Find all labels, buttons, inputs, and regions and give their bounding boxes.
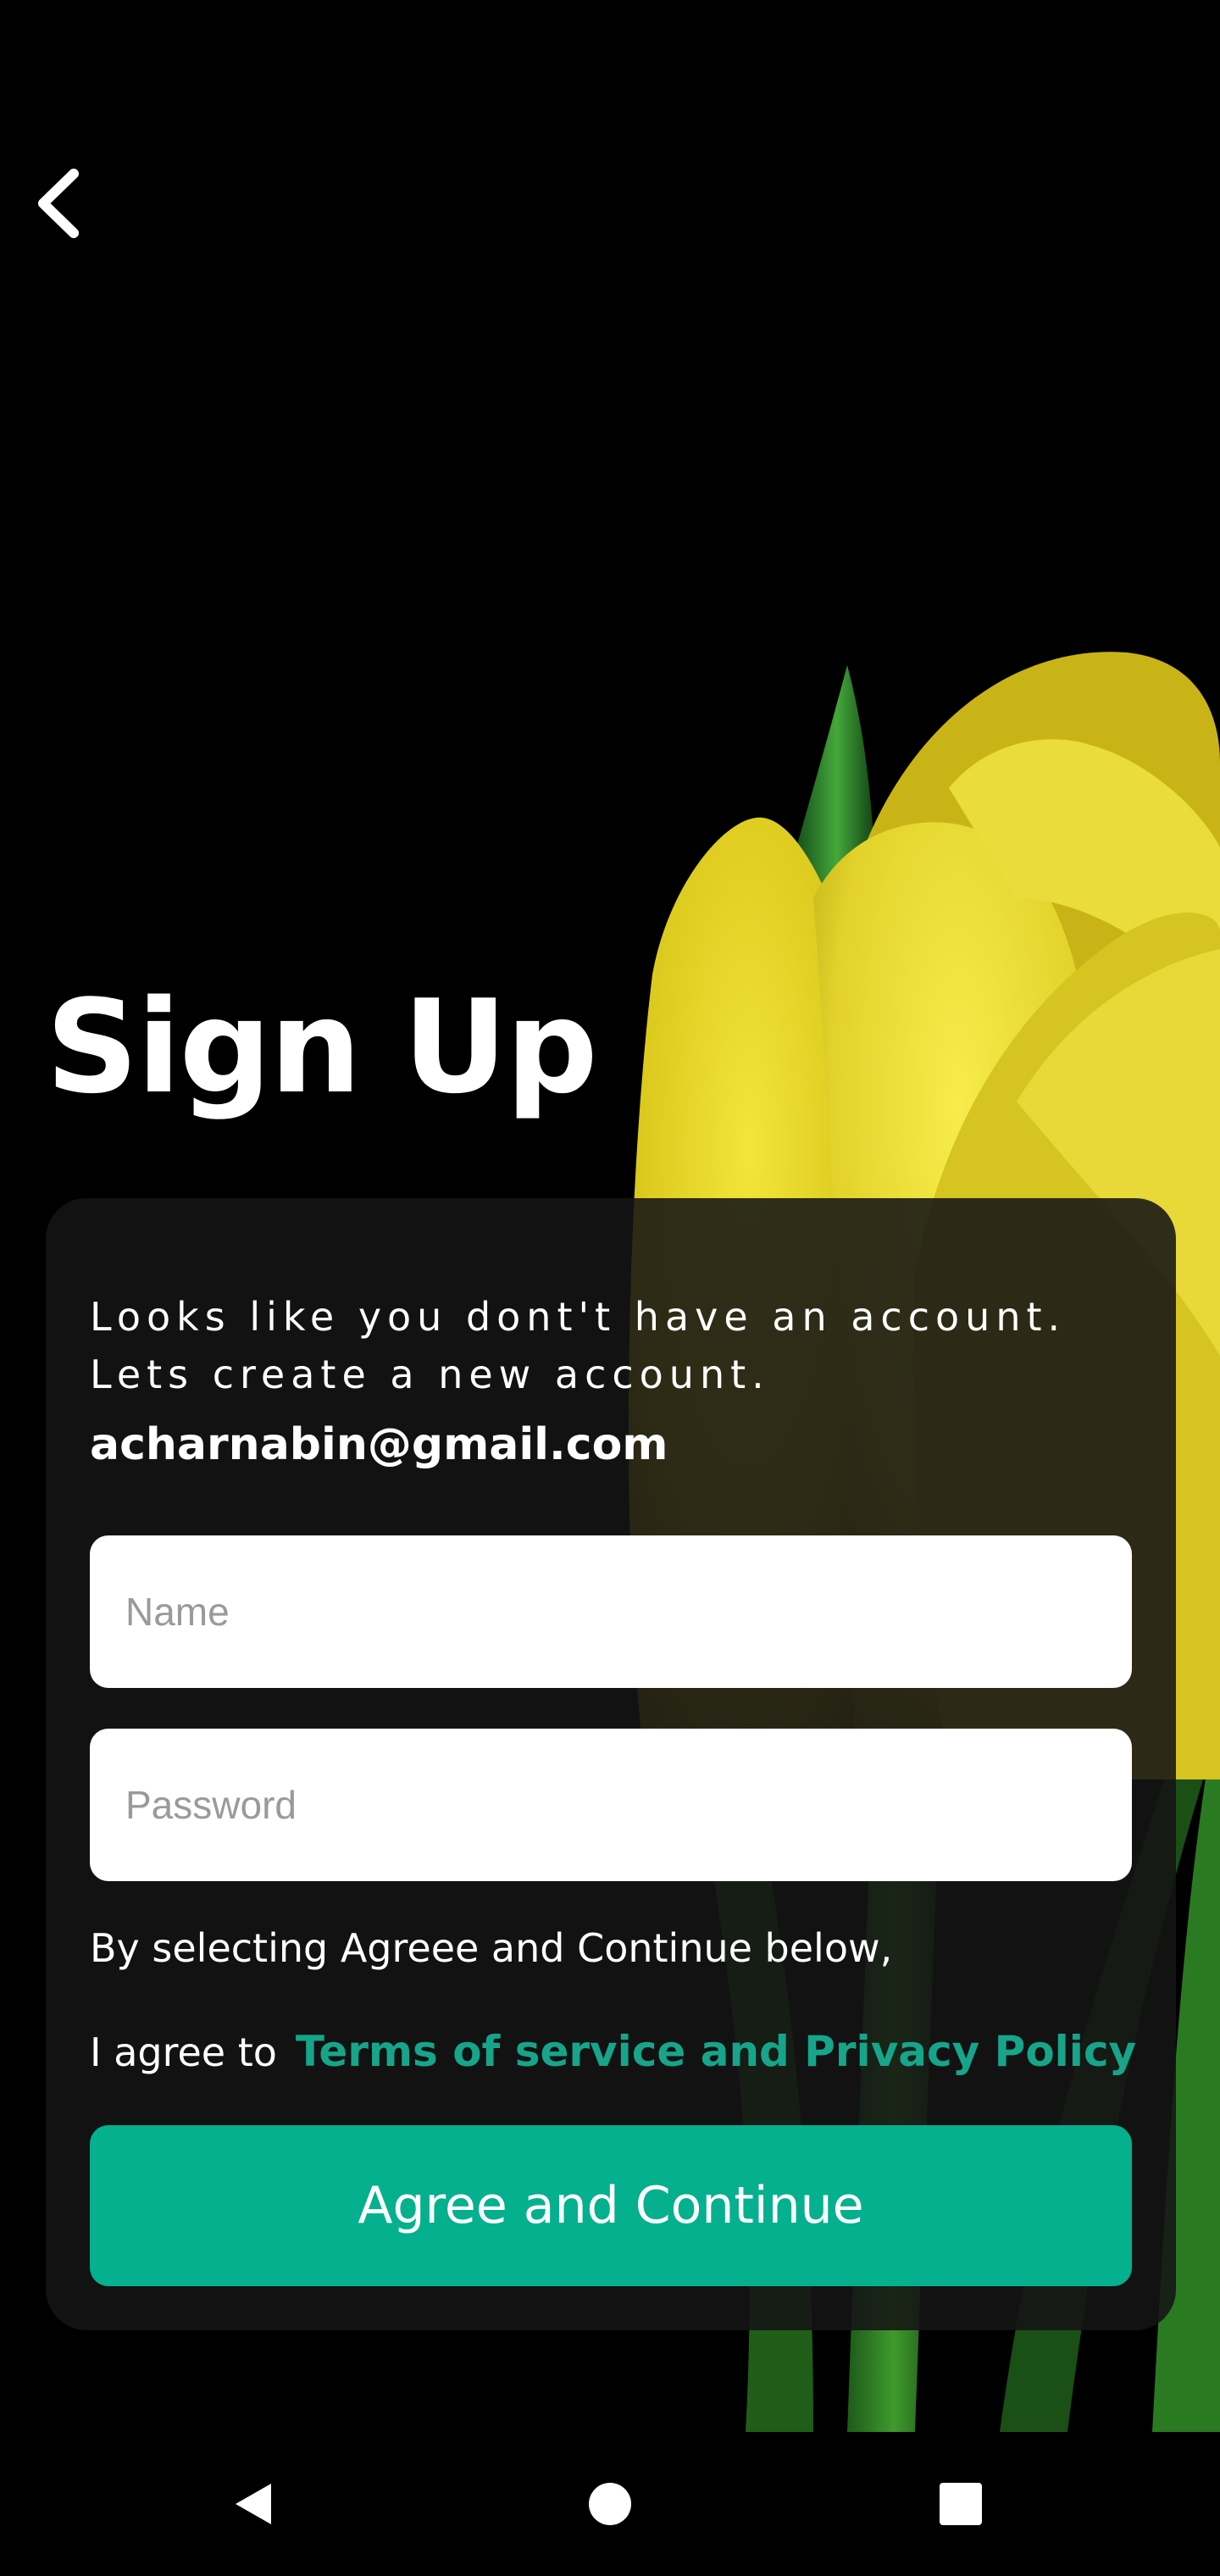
square-recents-icon — [940, 2483, 982, 2525]
signup-screen: Sign Up Looks like you dont't have an ac… — [0, 0, 1220, 2576]
consent-row: I agree to Terms of service and Privacy … — [90, 2027, 1136, 2076]
nav-home-button[interactable] — [542, 2432, 678, 2576]
name-input[interactable] — [90, 1535, 1132, 1688]
consent-text: By selecting Agreee and Continue below, — [90, 1925, 893, 1971]
page-title: Sign Up — [46, 972, 598, 1122]
terms-privacy-link[interactable]: Terms of service and Privacy Policy — [296, 2027, 1136, 2076]
system-nav-bar — [0, 2432, 1220, 2576]
nav-back-button[interactable] — [186, 2432, 322, 2576]
intro-line-2: Lets create a new account. — [90, 1352, 770, 1397]
nav-recents-button[interactable] — [893, 2432, 1029, 2576]
agree-continue-button[interactable]: Agree and Continue — [90, 2125, 1132, 2286]
consent-prefix: I agree to — [90, 2029, 277, 2075]
email-label: acharnabin@gmail.com — [90, 1419, 668, 1470]
triangle-back-icon — [236, 2484, 271, 2524]
back-button[interactable] — [17, 153, 102, 254]
chevron-left-icon — [38, 169, 79, 238]
intro-line-1: Looks like you dont't have an account. — [90, 1294, 1067, 1340]
password-input[interactable] — [90, 1729, 1132, 1881]
circle-home-icon — [589, 2483, 631, 2525]
intro-text: Looks like you dont't have an account. L… — [90, 1288, 1149, 1403]
